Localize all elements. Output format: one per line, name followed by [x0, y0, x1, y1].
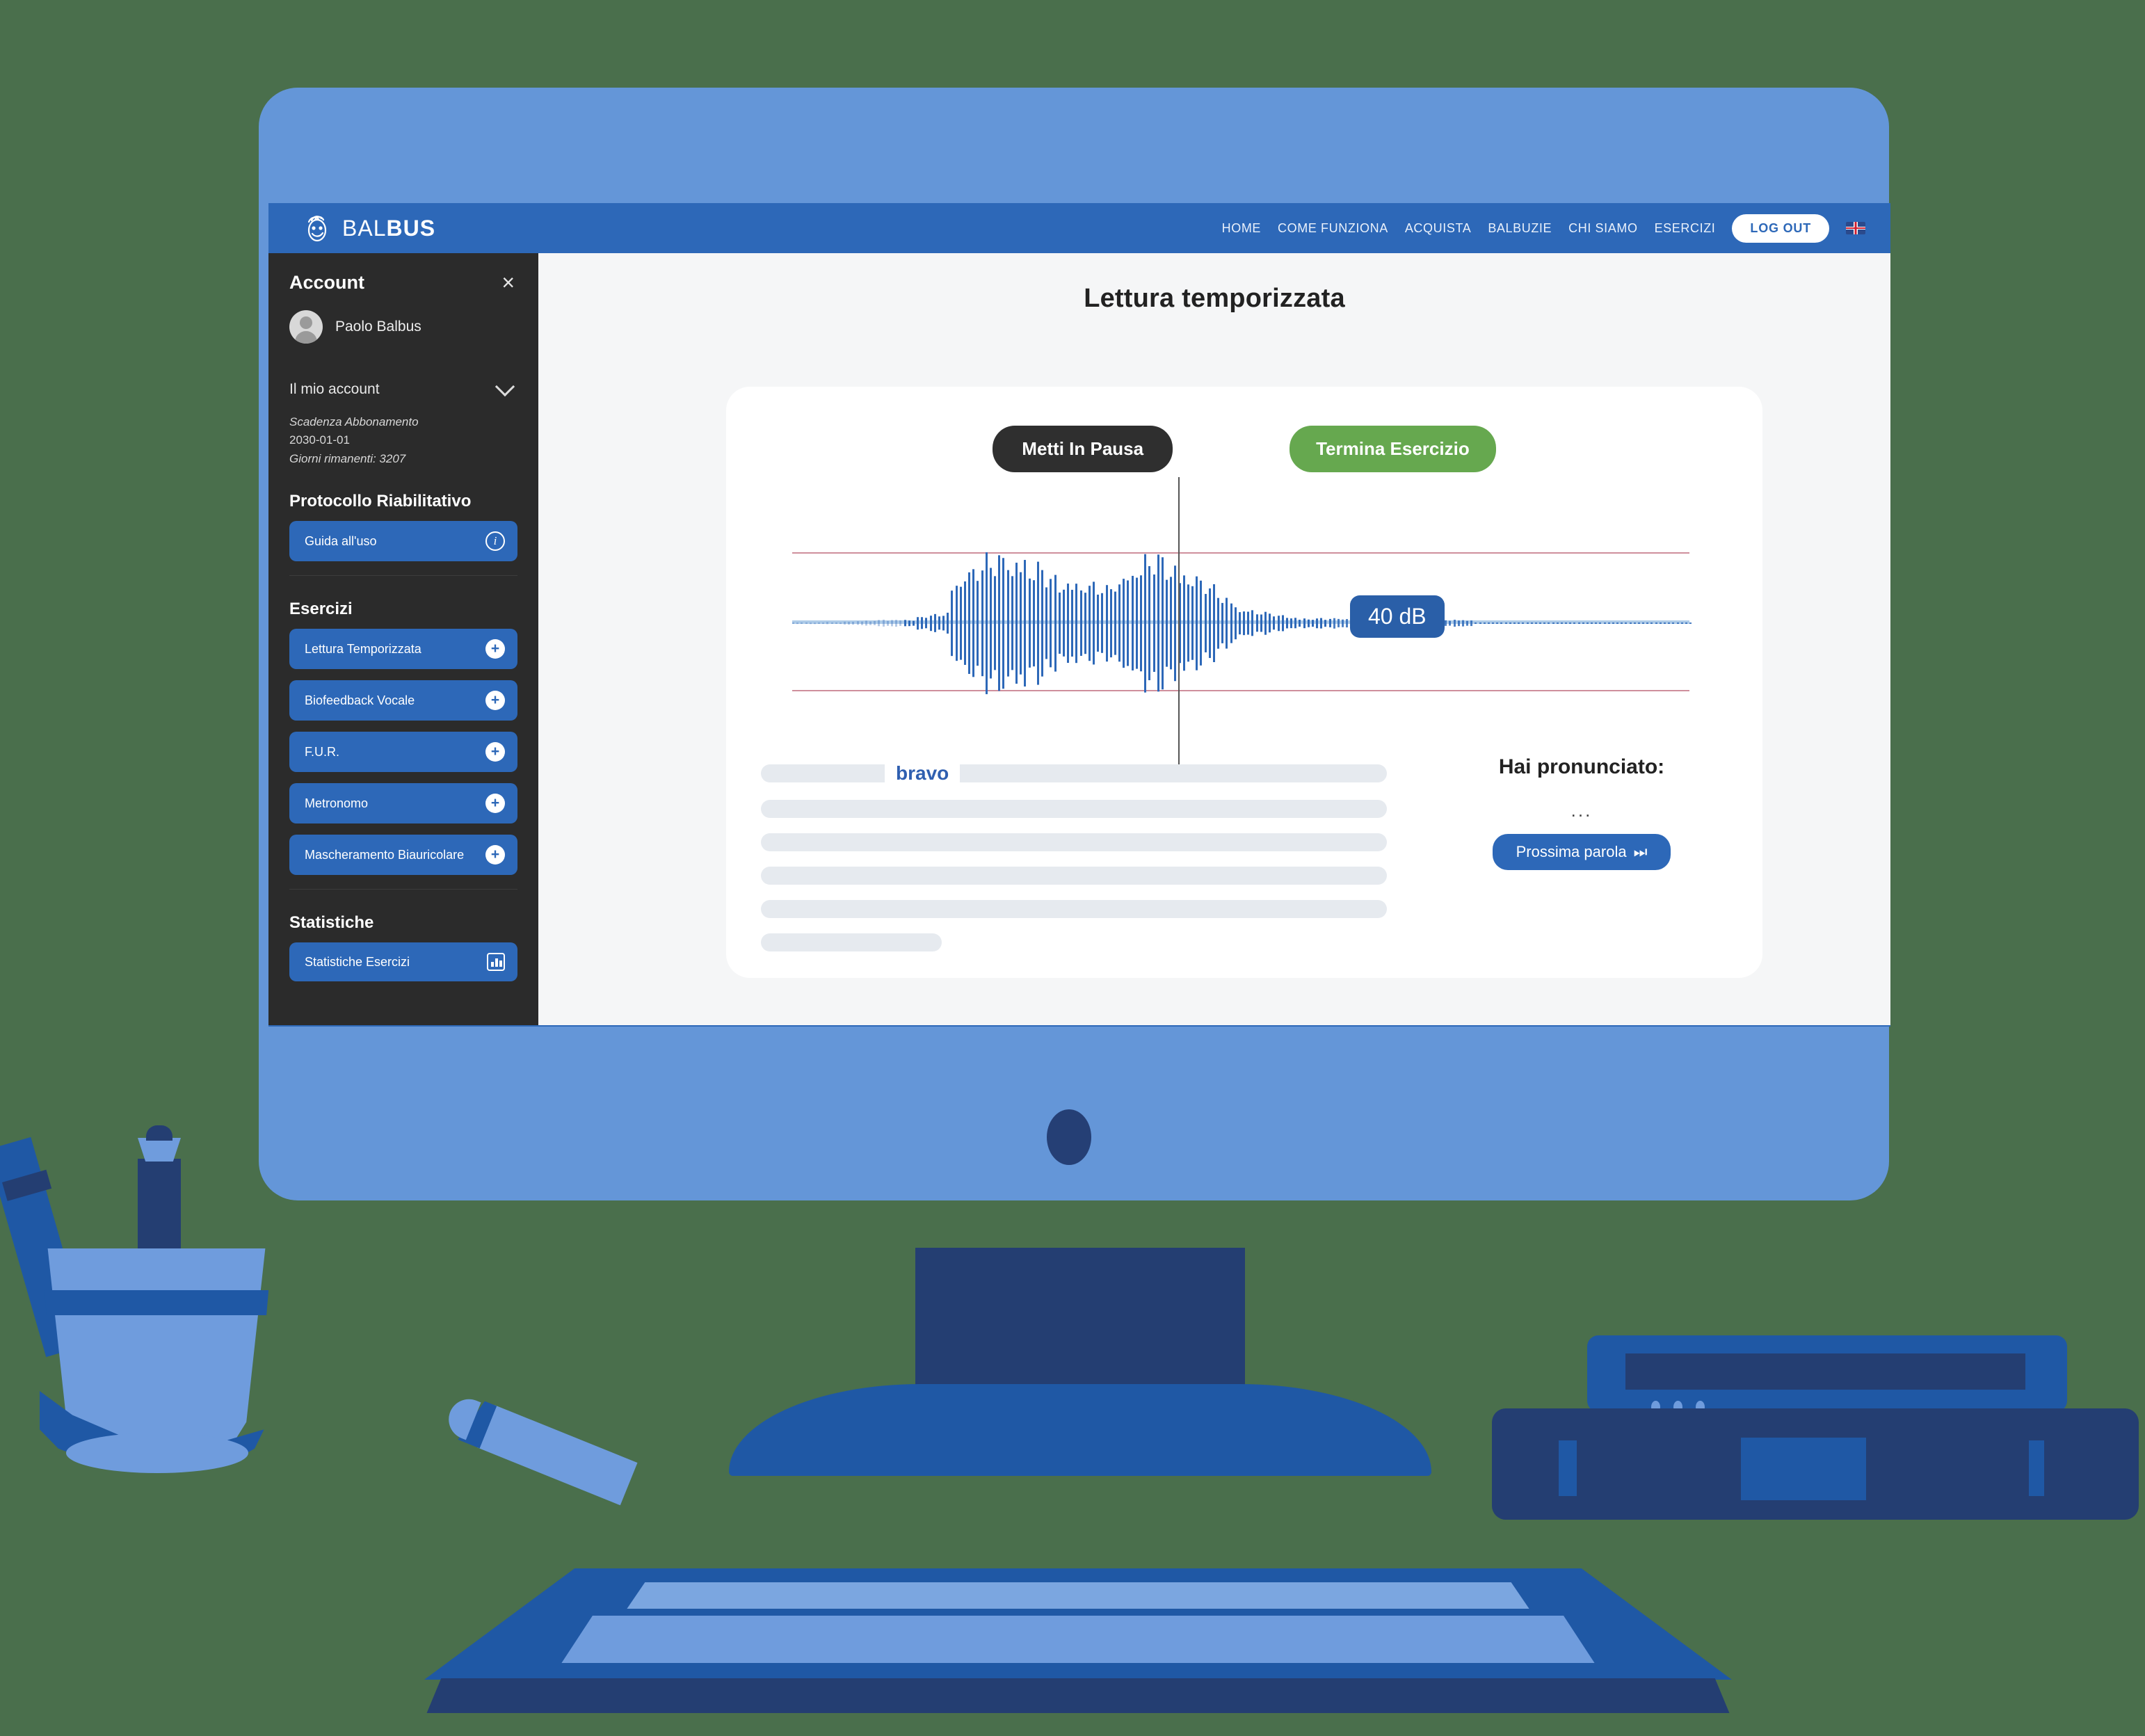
text-placeholder — [960, 764, 1387, 782]
text-line — [761, 867, 1387, 885]
next-word-button[interactable]: Prossima parola ⏭ — [1492, 834, 1671, 870]
waveform-bars — [792, 526, 1692, 721]
sidebar-item-fur[interactable]: F.U.R. + — [289, 732, 517, 773]
user-row: Paolo Balbus — [289, 310, 517, 344]
my-account-toggle[interactable]: Il mio account — [289, 376, 517, 398]
keyboard-illustration — [424, 1568, 1732, 1713]
brand-name: BALBUS — [342, 215, 436, 241]
pronounced-value: ... — [1570, 800, 1593, 821]
nav-link-acquista[interactable]: ACQUISTA — [1405, 221, 1471, 236]
device-top-illustration — [1587, 1335, 2067, 1413]
statistics-heading: Statistiche — [289, 913, 374, 933]
avatar — [289, 310, 323, 344]
sidebar-header: Account × — [289, 271, 517, 294]
info-icon: i — [485, 531, 505, 552]
sidebar-item-label: Biofeedback Vocale — [305, 693, 415, 707]
loose-crayon — [430, 1385, 642, 1536]
exercise-controls: Metti In Pausa Termina Esercizio — [726, 387, 1762, 472]
monitor-foot — [729, 1384, 1431, 1476]
subscription-date: 2030-01-01 — [289, 433, 350, 447]
brand-logo[interactable]: BALBUS — [302, 213, 435, 243]
db-badge: 40 dB — [1350, 595, 1445, 638]
exercise-card: Metti In Pausa Termina Esercizio 40 dB b… — [726, 387, 1762, 978]
protocol-heading: Protocollo Riabilitativo — [289, 492, 472, 511]
sidebar-item-lettura-temporizzata[interactable]: Lettura Temporizzata + — [289, 629, 517, 670]
account-sidebar: Account × Paolo Balbus Il mio account Sc… — [268, 253, 538, 1025]
sidebar-item-metronomo[interactable]: Metronomo + — [289, 783, 517, 824]
subscription-label: Scadenza Abbonamento — [289, 415, 419, 428]
uk-flag-icon[interactable] — [1846, 222, 1865, 234]
nav-link-come-funziona[interactable]: COME FUNZIONA — [1278, 221, 1388, 236]
cup-base-highlight — [66, 1433, 248, 1473]
plus-icon: + — [485, 845, 505, 865]
text-placeholder — [761, 764, 885, 782]
waveform-display: 40 dB — [792, 477, 1692, 769]
nav-link-balbuzie[interactable]: BALBUZIE — [1488, 221, 1552, 236]
monitor-camera-dot — [1047, 1109, 1091, 1165]
text-line — [761, 833, 1387, 851]
my-account-label: Il mio account — [289, 381, 380, 397]
nav-link-esercizi[interactable]: ESERCIZI — [1655, 221, 1716, 236]
cup-stripe — [44, 1290, 269, 1315]
pronounced-title: Hai pronunciato: — [1498, 755, 1665, 778]
sidebar-item-statistiche-esercizi[interactable]: Statistiche Esercizi — [289, 942, 517, 982]
sidebar-item-label: Mascheramento Biauricolare — [305, 847, 465, 862]
sidebar-item-label: Statistiche Esercizi — [305, 954, 410, 969]
sidebar-item-label: Lettura Temporizzata — [305, 641, 421, 656]
bar-chart-icon — [487, 953, 505, 972]
sidebar-title: Account — [289, 271, 364, 293]
plus-icon: + — [485, 742, 505, 762]
pronunciation-panel: Hai pronunciato: ... Prossima parola ⏭ — [1436, 755, 1728, 870]
text-line — [761, 900, 1387, 918]
balbus-face-icon — [307, 216, 327, 242]
device-bottom-illustration — [1492, 1408, 2139, 1520]
text-line — [761, 933, 942, 951]
nav-link-home[interactable]: HOME — [1222, 221, 1261, 236]
monitor-screen: BALBUS HOME COME FUNZIONA ACQUISTA BALBU… — [268, 203, 1890, 1025]
exercises-heading: Esercizi — [289, 600, 353, 619]
plus-icon: + — [485, 794, 505, 814]
next-word-label: Prossima parola — [1516, 843, 1627, 860]
user-name: Paolo Balbus — [335, 319, 421, 335]
next-track-icon: ⏭ — [1633, 843, 1648, 860]
subscription-info: Scadenza Abbonamento 2030-01-01 Giorni r… — [289, 413, 517, 468]
sidebar-item-label: F.U.R. — [305, 744, 340, 759]
nav-links-group: HOME COME FUNZIONA ACQUISTA BALBUZIE CHI… — [1222, 214, 1865, 243]
reading-text-area: bravo — [761, 762, 1387, 967]
main-content: Lettura temporizzata Metti In Pausa Term… — [538, 253, 1890, 1025]
sidebar-item-mascheramento-biauricolare[interactable]: Mascheramento Biauricolare + — [289, 835, 517, 876]
sidebar-item-guida[interactable]: Guida all'uso i — [289, 521, 517, 562]
divider — [289, 889, 517, 890]
close-icon[interactable]: × — [499, 271, 517, 294]
plus-icon: + — [485, 639, 505, 659]
text-line — [761, 800, 1387, 818]
days-remaining: Giorni rimanenti: 3207 — [289, 451, 406, 465]
stop-exercise-button[interactable]: Termina Esercizio — [1290, 426, 1496, 472]
sidebar-item-biofeedback-vocale[interactable]: Biofeedback Vocale + — [289, 680, 517, 721]
page-title: Lettura temporizzata — [1084, 284, 1345, 313]
divider — [289, 575, 517, 577]
sidebar-item-label: Guida all'uso — [305, 533, 377, 548]
top-navigation-bar: BALBUS HOME COME FUNZIONA ACQUISTA BALBU… — [268, 203, 1890, 253]
chevron-down-icon — [495, 376, 515, 397]
playhead-cursor[interactable] — [1178, 477, 1180, 769]
sidebar-item-label: Metronomo — [305, 796, 369, 810]
desk-scene: BALBUS HOME COME FUNZIONA ACQUISTA BALBU… — [0, 0, 2145, 1736]
plus-icon: + — [485, 691, 505, 711]
logout-button[interactable]: LOG OUT — [1732, 214, 1829, 243]
nav-link-chi-siamo[interactable]: CHI SIAMO — [1568, 221, 1637, 236]
balbus-app: BALBUS HOME COME FUNZIONA ACQUISTA BALBU… — [268, 203, 1890, 1025]
current-word: bravo — [896, 762, 949, 784]
text-line: bravo — [761, 762, 1387, 785]
pause-button[interactable]: Metti In Pausa — [993, 426, 1173, 472]
